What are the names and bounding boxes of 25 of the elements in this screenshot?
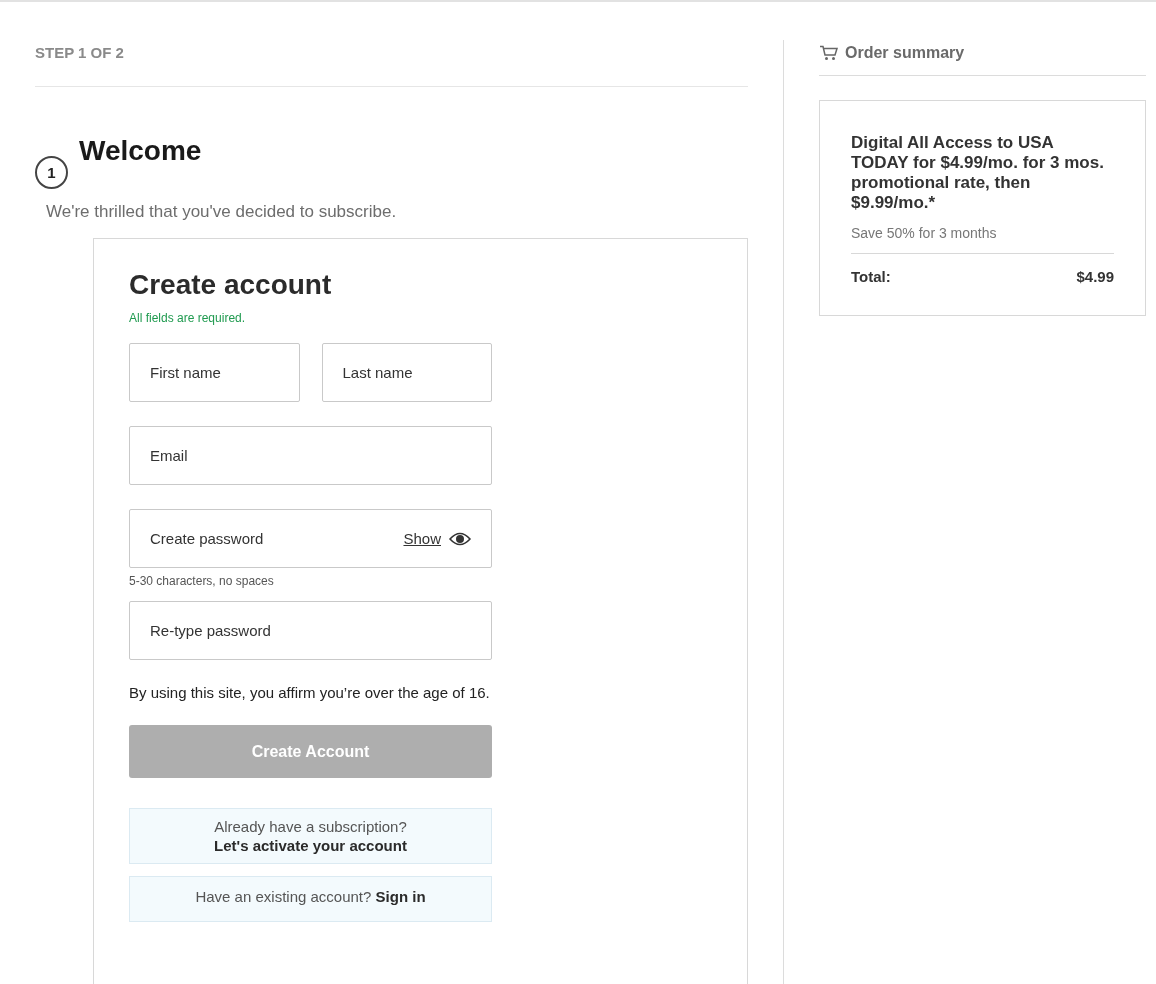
password-field[interactable]: Create password Show <box>129 509 492 568</box>
sign-in-link[interactable]: Sign in <box>375 888 426 906</box>
welcome-subtitle: We're thrilled that you've decided to subscribe. <box>46 202 397 221</box>
activate-account-link[interactable]: Let's activate your account <box>214 837 407 855</box>
required-note: All fields are required. <box>129 311 247 325</box>
total-value: $4.99 <box>1076 267 1114 285</box>
step-number-badge: 1 <box>35 156 68 189</box>
existing-account-text: Have an existing account? Sign in <box>194 888 427 906</box>
name-field[interactable]: First name <box>129 343 300 402</box>
show-password-link[interactable]: Show <box>403 530 441 547</box>
offer-description: Digital All Access to USA TODAY for $4.99/mo. for 3 mos. promotional rate, then $9.99/mo.* <box>851 133 1105 213</box>
password-hint: 5-30 characters, no spaces <box>129 574 275 588</box>
eye-icon[interactable] <box>449 531 471 546</box>
subscription-question: Already have a subscription? <box>213 818 408 836</box>
welcome-heading: Welcome <box>79 135 202 168</box>
retype-password-field[interactable]: Re-type password <box>129 601 492 660</box>
total-label: Total: <box>851 267 891 285</box>
form-heading: Create account <box>129 269 333 301</box>
cart-icon <box>819 45 839 61</box>
name-field[interactable]: Last name <box>321 343 492 402</box>
order-summary-title: Order summary <box>845 44 965 62</box>
email-field[interactable]: Email <box>129 426 492 485</box>
step-indicator: STEP 1 OF 2 <box>35 2 748 87</box>
age-notice: By using this site, you affirm you’re over the age of 16. <box>129 683 491 703</box>
savings-note: Save 50% for 3 months <box>851 224 1114 254</box>
